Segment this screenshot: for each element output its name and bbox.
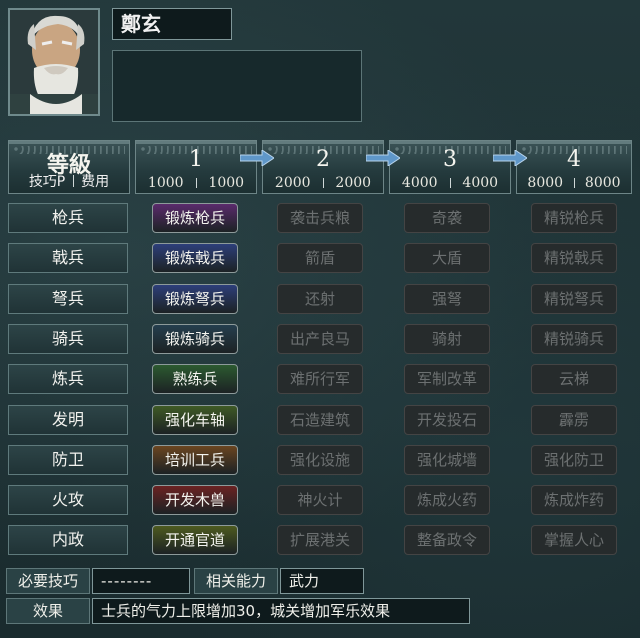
- level-cost: 8000: [527, 175, 564, 191]
- level-cost: 4000: [401, 175, 438, 191]
- level-number: 3: [443, 147, 457, 172]
- skill-button[interactable]: 炼成炸药: [531, 485, 617, 515]
- skill-button[interactable]: 箭盾: [277, 243, 363, 273]
- skill-button[interactable]: 骑射: [404, 324, 490, 354]
- level-cost: 1000: [147, 175, 184, 191]
- skill-button[interactable]: 精锐戟兵: [531, 243, 617, 273]
- skill-button[interactable]: 锻炼弩兵: [152, 284, 238, 314]
- skill-button[interactable]: 开发木兽: [152, 485, 238, 515]
- skill-button[interactable]: 培训工兵: [152, 445, 238, 475]
- row-label: 枪兵: [8, 203, 128, 233]
- portrait: [8, 8, 100, 116]
- cost-label: 费用: [81, 174, 110, 190]
- row-label: 内政: [8, 525, 128, 555]
- skill-button[interactable]: 熟练兵: [152, 364, 238, 394]
- row-label: 戟兵: [8, 243, 128, 273]
- level-number: 1: [189, 147, 203, 172]
- skill-button[interactable]: 锻炼骑兵: [152, 324, 238, 354]
- skill-button[interactable]: 石造建筑: [277, 405, 363, 435]
- skill-button[interactable]: 强弩: [404, 284, 490, 314]
- effect-label: 效果: [6, 598, 90, 624]
- level-cost: 2000: [274, 175, 311, 191]
- row-label: 发明: [8, 405, 128, 435]
- level-subtitle: 技巧P 费用: [9, 171, 129, 191]
- level-number: 2: [316, 147, 330, 172]
- skill-button[interactable]: 扩展港关: [277, 525, 363, 555]
- skill-button[interactable]: 还射: [277, 284, 363, 314]
- row-label: 炼兵: [8, 364, 128, 394]
- related-ability-label: 相关能力: [194, 568, 278, 594]
- skill-button[interactable]: 开通官道: [152, 525, 238, 555]
- level-cost: 8000: [584, 175, 621, 191]
- skill-button[interactable]: 奇袭: [404, 203, 490, 233]
- description-panel: [112, 50, 362, 122]
- required-skill-value: --------: [92, 568, 190, 594]
- required-skill-label: 必要技巧: [6, 568, 90, 594]
- character-name: 鄭玄: [112, 8, 232, 40]
- level-cost: 2000: [335, 175, 372, 191]
- skill-button[interactable]: 霹雳: [531, 405, 617, 435]
- arrow-right-icon: [240, 150, 274, 166]
- skill-button[interactable]: 强化设施: [277, 445, 363, 475]
- row-label: 火攻: [8, 485, 128, 515]
- level-header-cell: 等級 技巧P 费用: [8, 140, 130, 194]
- skill-button[interactable]: 精锐枪兵: [531, 203, 617, 233]
- skill-button[interactable]: 强化城墙: [404, 445, 490, 475]
- skill-button[interactable]: 出产良马: [277, 324, 363, 354]
- skill-button[interactable]: 强化车轴: [152, 405, 238, 435]
- skill-button[interactable]: 锻炼枪兵: [152, 203, 238, 233]
- level-3-header: 3 4000 4000: [389, 140, 511, 194]
- arrow-right-icon: [493, 150, 527, 166]
- skill-button[interactable]: 精锐弩兵: [531, 284, 617, 314]
- skill-button[interactable]: 难所行军: [277, 364, 363, 394]
- skill-button[interactable]: 大盾: [404, 243, 490, 273]
- skill-button[interactable]: 强化防卫: [531, 445, 617, 475]
- skill-button[interactable]: 神火计: [277, 485, 363, 515]
- level-cost: 1000: [208, 175, 245, 191]
- skill-button[interactable]: 锻炼戟兵: [152, 243, 238, 273]
- skill-button[interactable]: 整备政令: [404, 525, 490, 555]
- level-number: 4: [567, 147, 581, 172]
- related-ability-value: 武力: [280, 568, 364, 594]
- skill-points-label: 技巧P: [28, 174, 66, 190]
- skill-button[interactable]: 开发投石: [404, 405, 490, 435]
- level-cost: 4000: [462, 175, 499, 191]
- level-4-header: 4 8000 8000: [516, 140, 632, 194]
- skill-button[interactable]: 精锐骑兵: [531, 324, 617, 354]
- level-2-header: 2 2000 2000: [262, 140, 384, 194]
- skill-button[interactable]: 云梯: [531, 364, 617, 394]
- skill-button[interactable]: 军制改革: [404, 364, 490, 394]
- level-1-header: 1 1000 1000: [135, 140, 257, 194]
- row-label: 弩兵: [8, 284, 128, 314]
- skill-button[interactable]: 袭击兵粮: [277, 203, 363, 233]
- skill-button[interactable]: 炼成火药: [404, 485, 490, 515]
- portrait-image: [10, 10, 98, 114]
- row-label: 防卫: [8, 445, 128, 475]
- arrow-right-icon: [366, 150, 400, 166]
- skill-button[interactable]: 掌握人心: [531, 525, 617, 555]
- row-label: 骑兵: [8, 324, 128, 354]
- effect-value: 士兵的气力上限增加30，城关增加军乐效果: [92, 598, 470, 624]
